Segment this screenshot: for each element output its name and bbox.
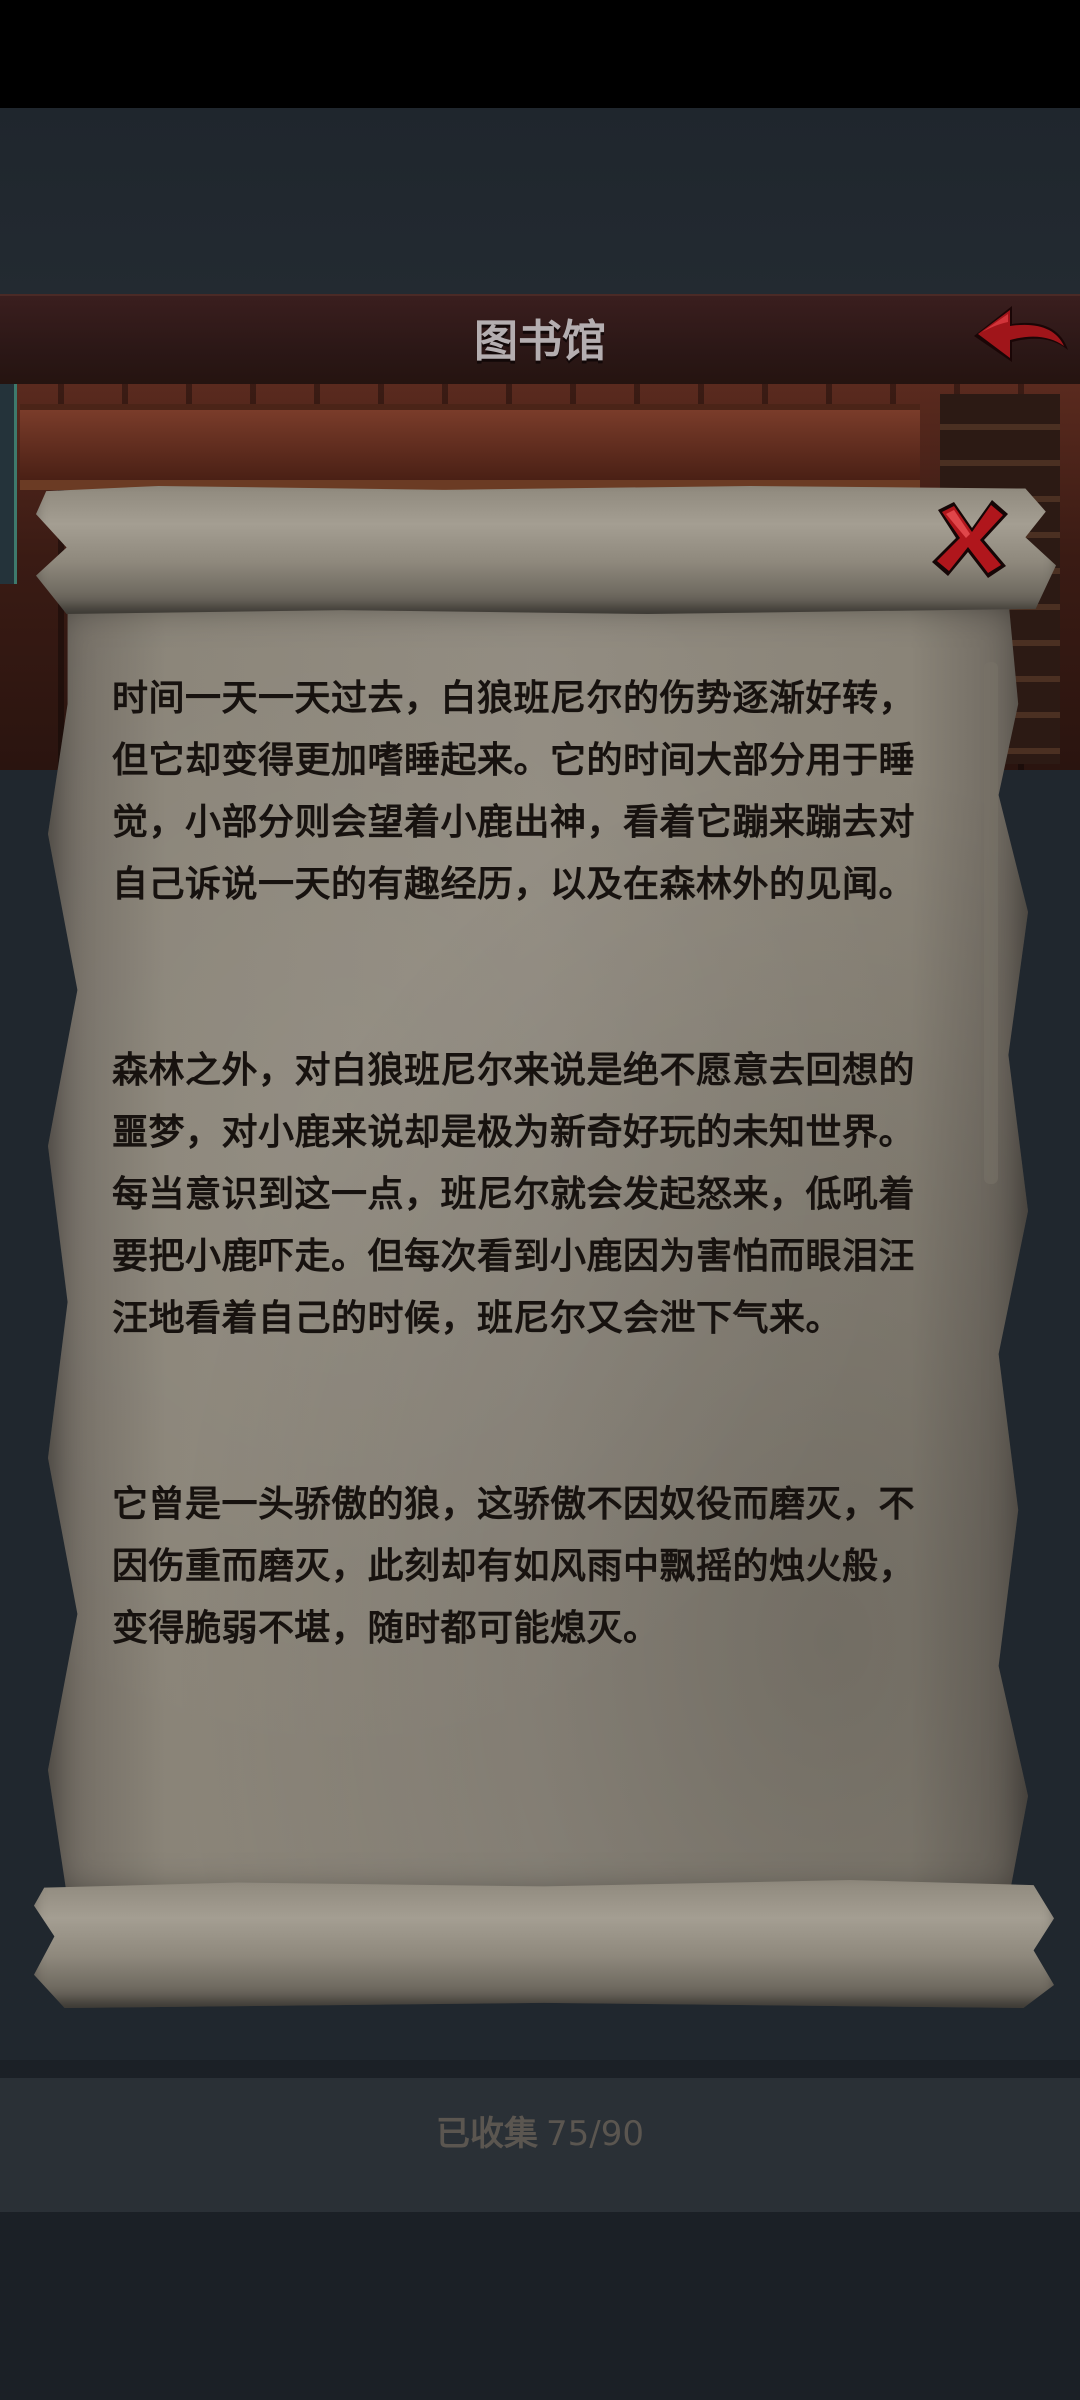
status-bar [0,0,1080,108]
scroll-bottom-roll [34,1880,1054,2008]
story-paragraph: 它曾是一头骄傲的狼，这骄傲不因奴役而磨灭，不 因伤重而磨灭，此刻却有如风雨中飘摇… [112,1484,916,1649]
top-backdrop [0,108,1080,294]
collection-count: 75/90 [546,2114,644,2154]
back-arrow-icon [974,306,1068,362]
story-paragraph: 时间一天一天过去，白狼班尼尔的伤势逐渐好转， 但它却变得更加嗜睡起来。它的时间大… [112,678,916,905]
header-bar: 图书馆 [0,294,1080,391]
back-button[interactable] [968,296,1072,374]
collection-status: 已收集 75/90 [0,2106,1080,2155]
story-text: 时间一天一天过去，白狼班尼尔的伤势逐渐好转， 但它却变得更加嗜睡起来。它的时间大… [112,668,992,1660]
close-button[interactable] [928,496,1012,580]
collection-label: 已收集 [436,2114,538,2154]
page-title: 图书馆 [474,316,606,367]
scroll-top-roll [36,486,1056,614]
close-x-icon [932,500,1008,578]
story-paragraph: 森林之外，对白狼班尼尔来说是绝不愿意去回想的 噩梦，对小鹿来说却是极为新奇好玩的… [112,1050,916,1339]
